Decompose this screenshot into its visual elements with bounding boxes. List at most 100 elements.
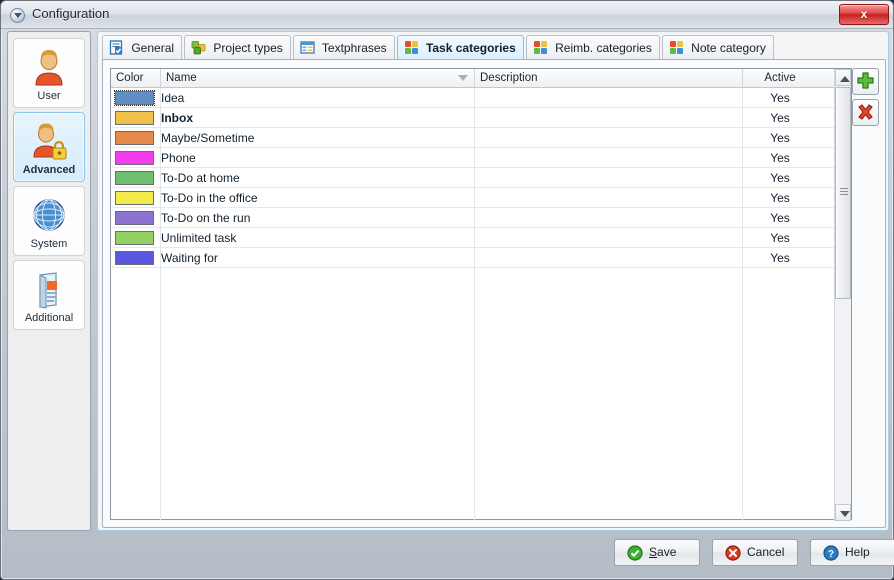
table-row[interactable]: Idea Yes bbox=[111, 88, 851, 108]
color-blocks-icon bbox=[404, 40, 419, 55]
red-x-icon bbox=[853, 100, 878, 125]
save-button-label: Save bbox=[649, 545, 676, 559]
cancel-button-label: Cancel bbox=[747, 545, 784, 559]
title-bar: Configuration x bbox=[1, 1, 893, 29]
tab-label: Reimb. categories bbox=[555, 41, 652, 55]
scrollbar-thumb[interactable] bbox=[835, 87, 851, 299]
table-row[interactable]: To-Do in the office Yes bbox=[111, 188, 851, 208]
category-active: Yes bbox=[743, 128, 817, 148]
color-swatch[interactable] bbox=[115, 111, 154, 125]
sidebar-item-system[interactable]: System bbox=[13, 186, 85, 256]
red-x-circle-icon bbox=[725, 545, 741, 561]
tab-task-categories[interactable]: Task categories bbox=[397, 35, 524, 60]
table-row[interactable]: Maybe/Sometime Yes bbox=[111, 128, 851, 148]
category-active: Yes bbox=[743, 168, 817, 188]
column-header-active[interactable]: Active bbox=[743, 69, 817, 87]
user-lock-icon bbox=[28, 121, 70, 163]
green-check-icon bbox=[627, 545, 643, 561]
column-header-name-label: Name bbox=[166, 72, 197, 84]
table-row[interactable]: Unlimited task Yes bbox=[111, 228, 851, 248]
tab-label: General bbox=[131, 41, 174, 55]
user-icon bbox=[28, 47, 70, 89]
list-table-icon bbox=[300, 40, 315, 55]
category-name: Waiting for bbox=[161, 248, 218, 268]
tab-label: Project types bbox=[213, 41, 282, 55]
category-active: Yes bbox=[743, 148, 817, 168]
content-panel: General Project types bbox=[97, 31, 889, 531]
table-row[interactable]: Phone Yes bbox=[111, 148, 851, 168]
tab-project-types[interactable]: Project types bbox=[184, 35, 291, 60]
table-row[interactable]: To-Do on the run Yes bbox=[111, 208, 851, 228]
sidebar-item-user[interactable]: User bbox=[13, 38, 85, 108]
category-active: Yes bbox=[743, 108, 817, 128]
color-swatch[interactable] bbox=[115, 191, 154, 205]
category-active: Yes bbox=[743, 228, 817, 248]
category-active: Yes bbox=[743, 188, 817, 208]
tab-strip: General Project types bbox=[102, 35, 886, 60]
tab-textphrases[interactable]: Textphrases bbox=[293, 35, 395, 60]
category-name: Idea bbox=[161, 88, 184, 108]
save-rest: ave bbox=[657, 545, 676, 559]
close-button[interactable]: x bbox=[839, 4, 889, 25]
color-blocks-icon bbox=[533, 40, 548, 55]
table-row[interactable]: Inbox Yes bbox=[111, 108, 851, 128]
category-description bbox=[475, 228, 743, 248]
tab-label: Textphrases bbox=[322, 41, 387, 55]
category-name: Phone bbox=[161, 148, 196, 168]
help-button-label: Help bbox=[845, 545, 870, 559]
column-header-description[interactable]: Description bbox=[475, 69, 743, 87]
color-swatch[interactable] bbox=[115, 151, 154, 165]
color-swatch[interactable] bbox=[115, 91, 154, 105]
category-description bbox=[475, 88, 743, 108]
category-name: To-Do in the office bbox=[161, 188, 258, 208]
help-button[interactable]: ? Help bbox=[810, 539, 894, 566]
category-active: Yes bbox=[743, 248, 817, 268]
color-swatch[interactable] bbox=[115, 231, 154, 245]
tab-note-category[interactable]: Note category bbox=[662, 35, 774, 60]
page-check-icon bbox=[109, 40, 124, 55]
sidebar-item-label: User bbox=[14, 90, 84, 102]
category-description bbox=[475, 208, 743, 228]
save-accel: S bbox=[649, 545, 657, 559]
sidebar-item-label: System bbox=[14, 238, 84, 250]
chevron-down-icon bbox=[840, 511, 850, 517]
save-button[interactable]: Save bbox=[614, 539, 700, 566]
table-row[interactable]: Waiting for Yes bbox=[111, 248, 851, 268]
tab-label: Task categories bbox=[426, 41, 516, 55]
tab-label: Note category bbox=[691, 41, 766, 55]
delete-category-button[interactable] bbox=[852, 99, 879, 126]
table-row[interactable]: To-Do at home Yes bbox=[111, 168, 851, 188]
dialog-footer: Save Cancel ? Help bbox=[7, 535, 889, 575]
grid-header-row: Color Name Description Active bbox=[111, 69, 851, 88]
sidebar-item-additional[interactable]: Additional bbox=[13, 260, 85, 330]
category-name: To-Do on the run bbox=[161, 208, 250, 228]
category-name: To-Do at home bbox=[161, 168, 240, 188]
sidebar: User Advanced bbox=[7, 31, 91, 531]
scroll-down-button[interactable] bbox=[835, 504, 851, 521]
svg-text:?: ? bbox=[828, 549, 834, 560]
vertical-scrollbar[interactable] bbox=[834, 69, 851, 521]
cancel-button[interactable]: Cancel bbox=[712, 539, 798, 566]
add-category-button[interactable] bbox=[852, 68, 879, 95]
column-header-color[interactable]: Color bbox=[111, 69, 161, 87]
color-swatch[interactable] bbox=[115, 211, 154, 225]
tab-general[interactable]: General bbox=[102, 35, 182, 60]
sidebar-item-advanced[interactable]: Advanced bbox=[13, 112, 85, 182]
column-header-name[interactable]: Name bbox=[161, 69, 475, 87]
color-swatch[interactable] bbox=[115, 131, 154, 145]
category-name: Maybe/Sometime bbox=[161, 128, 254, 148]
tab-reimb-categories[interactable]: Reimb. categories bbox=[526, 35, 660, 60]
green-cubes-icon bbox=[191, 40, 206, 55]
window-client-area: User Advanced bbox=[7, 31, 889, 531]
sidebar-item-label: Additional bbox=[14, 312, 84, 324]
categories-grid: Color Name Description Active Idea bbox=[110, 68, 852, 520]
sort-ascending-icon bbox=[458, 75, 468, 81]
scroll-up-button[interactable] bbox=[835, 69, 851, 86]
color-swatch[interactable] bbox=[115, 251, 154, 265]
color-swatch[interactable] bbox=[115, 171, 154, 185]
green-plus-icon bbox=[853, 69, 878, 94]
category-description bbox=[475, 248, 743, 268]
scrollbar-grip-icon bbox=[840, 188, 848, 195]
circle-chevron-down-icon bbox=[10, 8, 25, 23]
sidebar-item-label: Advanced bbox=[14, 164, 84, 176]
